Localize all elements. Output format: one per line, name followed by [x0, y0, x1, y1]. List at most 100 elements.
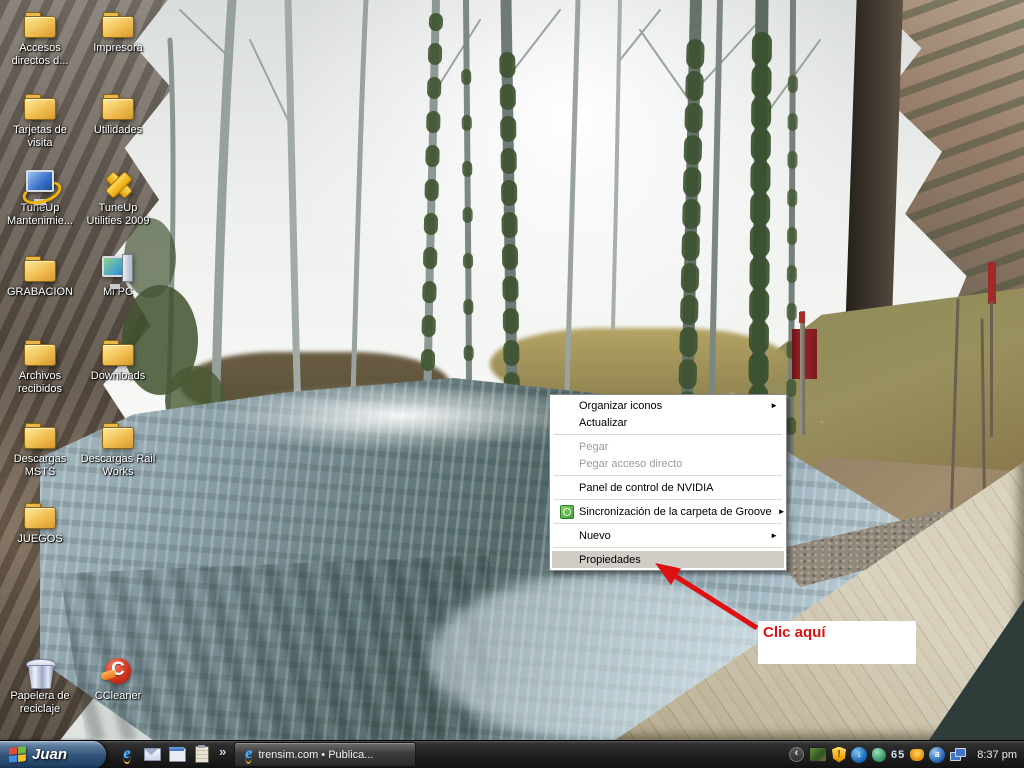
taskbar-clock[interactable]: 8:37 pm [977, 749, 1017, 761]
menu-item-organizar-iconos[interactable]: Organizar iconos ► [552, 397, 784, 414]
wallpaper-sign-post-tip [799, 312, 805, 323]
icon-glyph: C [100, 659, 136, 681]
task-button-trensim[interactable]: e trensim.com • Publica... [234, 742, 416, 767]
desktop-icon-label: Descargas Rail Works [80, 453, 156, 479]
desktop-icon-label: Utilidades [80, 124, 156, 137]
hide-tray-icons-button[interactable]: ‹ [789, 747, 804, 762]
submenu-arrow-icon: ► [772, 507, 786, 516]
mypc-icon [100, 252, 136, 284]
quicklaunch-internet-explorer[interactable]: e [118, 746, 136, 764]
wallpaper-red-marker [988, 262, 996, 304]
notes-icon [195, 746, 209, 763]
menu-item-sincronizaci-n-de-la-carpeta-de-groove[interactable]: Sincronización de la carpeta de Groove► [552, 503, 784, 520]
quicklaunch-msn-window[interactable] [168, 746, 186, 764]
folder-icon [22, 499, 58, 531]
desktop-icon-label: Tarjetas de visita [2, 124, 78, 150]
menu-item-pegar-acceso-directo[interactable]: Pegar acceso directo [552, 455, 784, 472]
folder-icon [22, 419, 58, 451]
desktop[interactable]: Accesos directos d...Impresora Tarjetas d… [0, 0, 1024, 740]
menu-item-label: Panel de control de NVIDIA [579, 482, 714, 494]
menu-item-label: Pegar [579, 441, 608, 453]
quicklaunch-overflow-chevron[interactable]: » [217, 744, 234, 765]
desktop-icon-juegos[interactable]: JUEGOS [2, 499, 78, 546]
desktop-icon-tuneup-utilities-2009[interactable]: TuneUp Utilities 2009 [80, 168, 156, 228]
tray-avast-a-ball-icon[interactable]: a [929, 747, 945, 763]
wallpaper-sign-post [800, 311, 805, 435]
menu-item-label: Organizar iconos [579, 400, 662, 412]
desktop-icon-descargas-msts[interactable]: Descargas MSTS [2, 419, 78, 479]
folder-icon [22, 8, 58, 40]
menu-item-panel-de-control-de-nvidia[interactable]: Panel de control de NVIDIA [552, 479, 784, 496]
recycle-icon [22, 656, 58, 688]
wallpaper-reflections-dark [60, 555, 490, 740]
desktop-icon-impresora[interactable]: Impresora [80, 8, 156, 55]
desktop-icon-label: TuneUp Mantenimie... [2, 202, 78, 228]
groove-icon [560, 505, 574, 519]
menu-item-gutter [555, 505, 579, 519]
folder-icon [100, 8, 136, 40]
menu-item-label: Pegar acceso directo [579, 458, 682, 470]
menu-item-label: Nuevo [579, 530, 611, 542]
wallpaper-rapids [215, 383, 585, 449]
tuneup-icon [100, 168, 136, 200]
submenu-arrow-icon: ► [764, 401, 778, 410]
internet-explorer-icon: e [245, 746, 252, 764]
menu-separator [554, 434, 782, 435]
desktop-icon-grabacion[interactable]: GRABACION [2, 252, 78, 299]
menu-item-label: Actualizar [579, 417, 627, 429]
menu-item-label: Sincronización de la carpeta de Groove [579, 506, 772, 518]
tray-security-alert-shield-icon[interactable]: ! [832, 747, 846, 763]
desktop-icon-papelera-de-reciclaje[interactable]: Papelera de reciclaje [2, 656, 78, 716]
tray-network-connections-icon[interactable] [950, 747, 966, 763]
desktop-icon-accesos-directos-d[interactable]: Accesos directos d... [2, 8, 78, 68]
internet-explorer-icon: e [123, 746, 130, 764]
menu-item-nuevo[interactable]: Nuevo ► [552, 527, 784, 544]
folder-icon [22, 90, 58, 122]
tray-download-manager-icon[interactable]: ↓ [851, 747, 867, 763]
quicklaunch-notes[interactable] [193, 746, 211, 764]
desktop-icon-label: Accesos directos d... [2, 42, 78, 68]
system-tray: ‹ ! ↓ 65 a 8:37 pm [789, 747, 1024, 763]
tray-emule-green-icon[interactable] [872, 748, 886, 762]
tray-gpu-temp-icon[interactable]: 65 [891, 747, 905, 763]
desktop-icon-label: Mi PC [80, 286, 156, 299]
wallpaper-marker-post [990, 302, 993, 437]
tuneup-monitor-icon [22, 168, 58, 200]
quick-launch-bar: e [106, 746, 217, 764]
desktop-icon-label: Papelera de reciclaje [2, 690, 78, 716]
outlook-express-icon [144, 748, 161, 761]
desktop-icon-label: Downloads [80, 370, 156, 383]
taskbar: Juan e » e trensim.com • Publica... ‹ ! ↓… [0, 740, 1024, 768]
desktop-icon-descargas-rail-works[interactable]: Descargas Rail Works [80, 419, 156, 479]
desktop-icon-label: JUEGOS [2, 533, 78, 546]
desktop-icon-label: Archivos recibidos [2, 370, 78, 396]
folder-icon [100, 336, 136, 368]
desktop-icon-ccleaner[interactable]: C CCleaner [80, 656, 156, 703]
msn-window-icon [169, 748, 186, 762]
screen: Accesos directos d...Impresora Tarjetas d… [0, 0, 1024, 768]
quicklaunch-outlook-express[interactable] [143, 746, 161, 764]
tray-icons: ! ↓ 65 a [809, 747, 966, 763]
task-button-label: trensim.com • Publica... [258, 749, 373, 761]
tray-app-orange-icon[interactable] [910, 749, 924, 761]
start-button-label: Juan [32, 746, 67, 763]
desktop-icon-utilidades[interactable]: Utilidades [80, 90, 156, 137]
desktop-icon-label: TuneUp Utilities 2009 [80, 202, 156, 228]
desktop-icon-mi-pc[interactable]: Mi PC [80, 252, 156, 299]
menu-item-actualizar[interactable]: Actualizar [552, 414, 784, 431]
tray-app-thumbnail-icon[interactable] [809, 747, 827, 762]
submenu-arrow-icon: ► [764, 531, 778, 540]
desktop-icon-tuneup-mantenimie[interactable]: TuneUp Mantenimie... [2, 168, 78, 228]
desktop-icon-tarjetas-de-visita[interactable]: Tarjetas de visita [2, 90, 78, 150]
menu-item-pegar[interactable]: Pegar [552, 438, 784, 455]
menu-separator [554, 547, 782, 548]
menu-item-label: Propiedades [579, 554, 641, 566]
start-button[interactable]: Juan [0, 741, 106, 768]
desktop-icon-archivos-recibidos[interactable]: Archivos recibidos [2, 336, 78, 396]
desktop-icon-label: GRABACION [2, 286, 78, 299]
desktop-icon-downloads[interactable]: Downloads [80, 336, 156, 383]
desktop-icon-label: CCleaner [80, 690, 156, 703]
ccleaner-icon: C [100, 656, 136, 688]
menu-item-propiedades[interactable]: Propiedades [552, 551, 784, 568]
folder-icon [22, 252, 58, 284]
